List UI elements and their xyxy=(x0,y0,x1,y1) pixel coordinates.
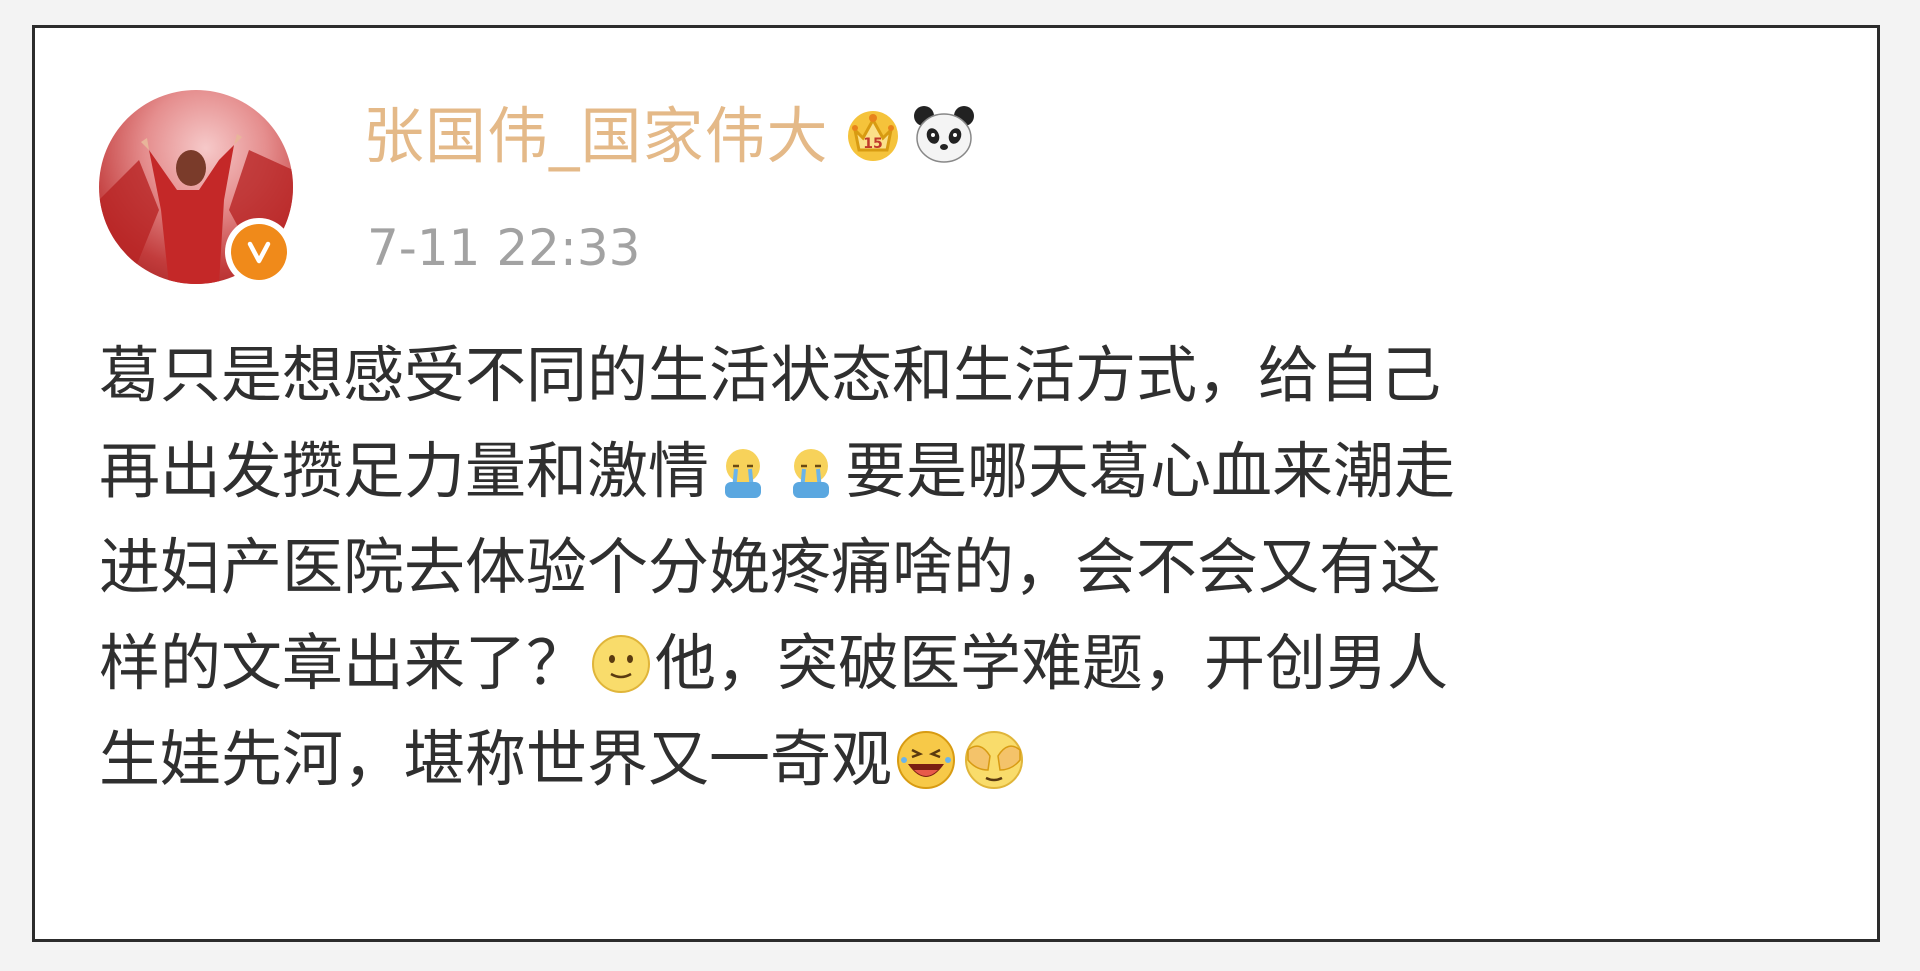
post-text: 要是哪天葛心血来潮走 xyxy=(845,436,1456,507)
cry-emoji xyxy=(777,438,845,506)
verified-badge xyxy=(225,218,293,286)
panda-icon[interactable] xyxy=(911,102,977,170)
post-line-1: 葛只是想感受不同的生活状态和生活方式，给自己 xyxy=(99,328,1819,424)
verified-v-icon xyxy=(247,241,271,264)
weibo-post-card: 张国伟_国家伟大 15 7-11 22:33 葛只是想感受不同的生活状态和生活方… xyxy=(32,25,1880,942)
post-line-3: 进妇产医院去体验个分娩疼痛啥的，会不会又有这 xyxy=(99,520,1819,616)
crown-icon[interactable]: 15 xyxy=(841,102,905,170)
post-text: 再出发攒足力量和激情 xyxy=(99,436,710,507)
post-text: 生娃先河，堪称世界又一奇观 xyxy=(99,724,893,795)
post-timestamp[interactable]: 7-11 22:33 xyxy=(367,223,640,273)
post-line-2: 再出发攒足力量和激情 要是哪天葛心血来潮走 xyxy=(99,424,1819,520)
post-text: 进妇产医院去体验个分娩疼痛啥的，会不会又有这 xyxy=(99,532,1442,603)
post-body: 葛只是想感受不同的生活状态和生活方式，给自己 再出发攒足力量和激情 要是哪天葛心… xyxy=(99,328,1819,808)
cover-face-emoji xyxy=(960,726,1028,794)
username-row: 张国伟_国家伟大 15 xyxy=(363,96,977,176)
smile-emoji xyxy=(587,630,655,698)
post-text: 葛只是想感受不同的生活状态和生活方式，给自己 xyxy=(99,340,1442,411)
username[interactable]: 张国伟_国家伟大 xyxy=(363,106,829,167)
post-line-5: 生娃先河，堪称世界又一奇观 xyxy=(99,712,1819,808)
svg-text:15: 15 xyxy=(863,136,882,152)
post-line-4: 样的文章出来了？ 他，突破医学难题，开创男人 xyxy=(99,616,1819,712)
post-text: 他，突破医学难题，开创男人 xyxy=(655,628,1449,699)
cry-emoji xyxy=(709,438,777,506)
laugh-emoji xyxy=(892,726,960,794)
post-text: 样的文章出来了？ xyxy=(99,628,588,699)
